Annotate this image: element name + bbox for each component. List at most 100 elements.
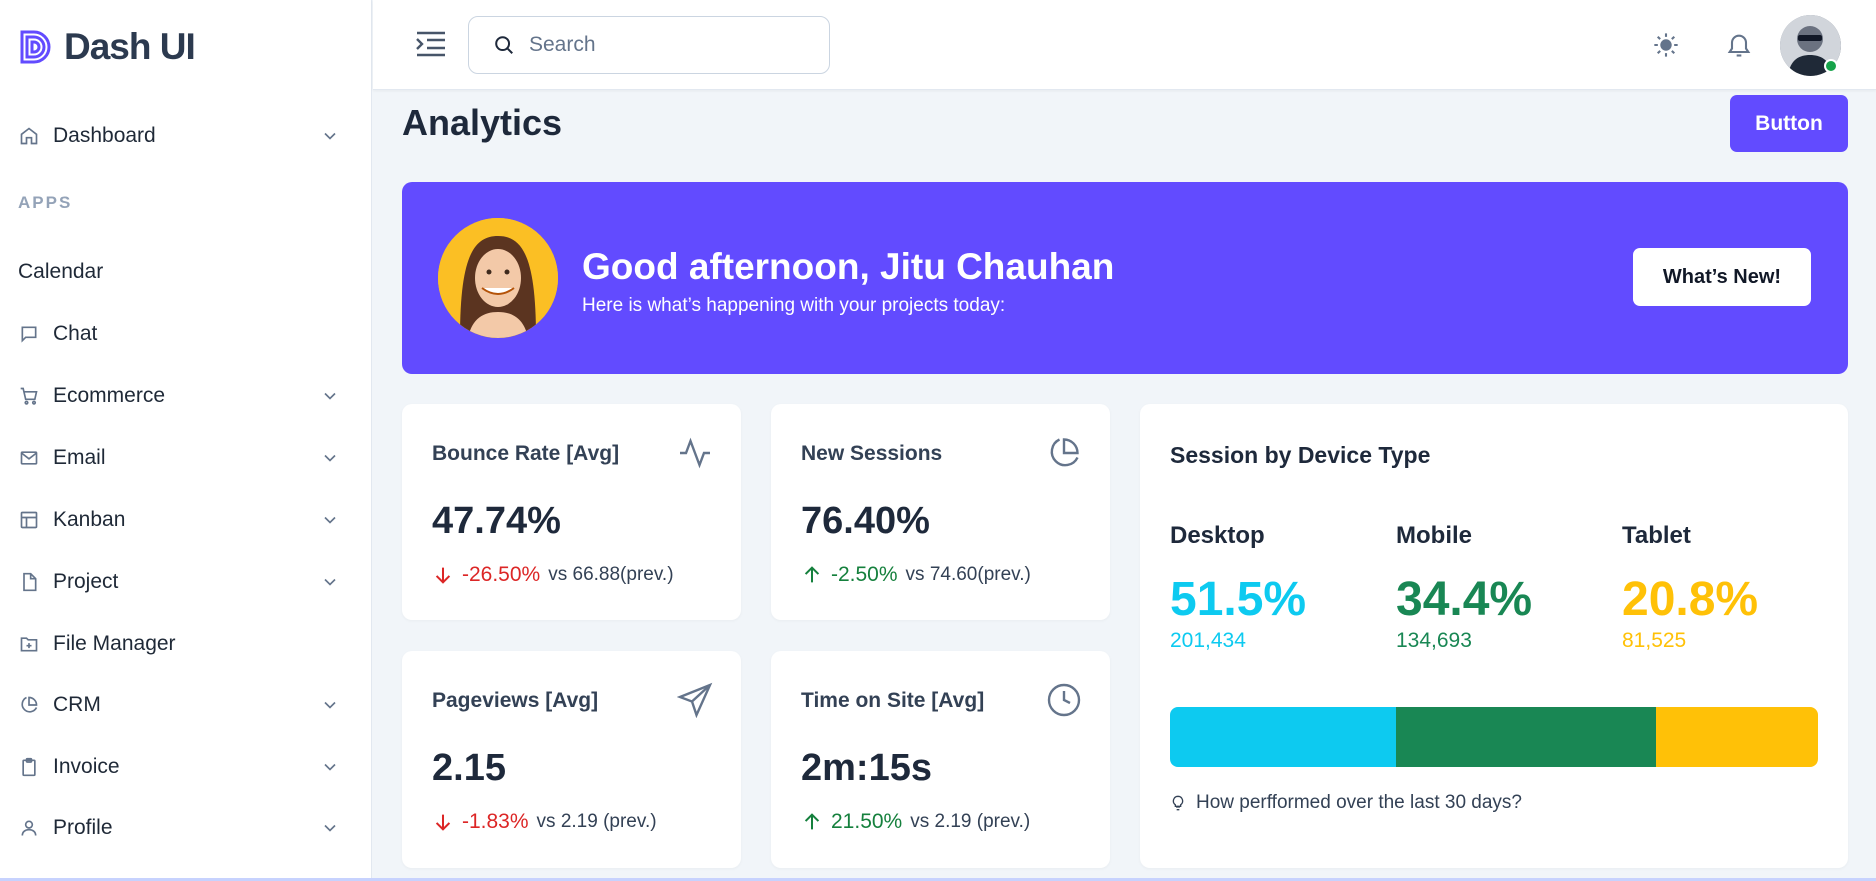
device-share-bar [1170,707,1818,767]
device-desktop: Desktop 51.5% 201,434 [1170,522,1306,653]
lightbulb-icon [1172,795,1184,811]
welcome-avatar-image [438,218,558,338]
stat-card-new-sessions: New Sessions 76.40% -2.50% vs 74.60(prev… [771,404,1110,620]
pie-chart-icon [18,694,40,716]
stat-previous: vs 74.60(prev.) [905,564,1031,585]
dash-logo-icon [20,30,51,64]
online-status-dot [1824,59,1838,73]
sidebar: Dash UI Dashboard APPS Calendar Chat Eco… [0,0,372,881]
chevron-down-icon [324,392,336,400]
page-title: Analytics [402,102,563,143]
stat-value: 47.74% [432,500,561,542]
chevron-down-icon [324,763,336,771]
sidebar-item-crm[interactable]: CRM [18,685,340,725]
message-square-icon [18,323,40,345]
chevron-down-icon [324,824,336,832]
device-share-segment-tablet [1655,707,1818,767]
sidebar-item-project[interactable]: Project [18,562,340,602]
search-input[interactable] [529,33,819,57]
stat-delta-percent: -2.50% [831,563,898,586]
device-percent: 20.8% [1622,573,1759,626]
sidebar-section-apps: APPS [18,193,73,212]
brand-name: Dash UI [64,26,196,67]
stat-label: Pageviews [Avg] [432,689,599,712]
sidebar-item-dashboard[interactable]: Dashboard [18,116,340,156]
stat-delta: -1.83% vs 2.19 (prev.) [432,810,657,834]
bell-icon[interactable] [1725,31,1753,59]
chevron-down-icon [324,578,336,586]
stat-delta-percent: -26.50% [462,563,541,586]
device-percent: 34.4% [1396,573,1533,626]
stat-delta: 21.50% vs 2.19 (prev.) [801,810,1030,834]
file-icon [18,571,40,593]
chevron-down-icon [324,454,336,462]
stat-label: Time on Site [Avg] [801,689,985,712]
sidebar-item-file-manager[interactable]: File Manager [18,624,340,664]
sidebar-item-label: Invoice [53,755,120,778]
sidebar-item-email[interactable]: Email [18,438,340,478]
device-share-segment-desktop [1170,707,1396,767]
sidebar-item-kanban[interactable]: Kanban [18,500,340,540]
sidebar-item-ecommerce[interactable]: Ecommerce [18,376,340,416]
device-share-segment-mobile [1395,707,1656,767]
sidebar-item-chat[interactable]: Chat [18,314,340,354]
search-box[interactable] [468,16,830,74]
sidebar-item-profile[interactable]: Profile [18,808,340,848]
whats-new-button[interactable]: What’s New! [1633,248,1811,306]
sidebar-item-label: File Manager [53,632,176,655]
shopping-cart-icon [18,385,40,407]
sidebar-item-label: Kanban [53,508,126,531]
chevron-down-icon [324,132,336,140]
stat-card-pageviews: Pageviews [Avg] 2.15 -1.83% vs 2.19 (pre… [402,651,741,868]
folder-plus-icon [18,633,40,655]
device-note: How perfformed over the last 30 days? [1170,792,1522,814]
stat-delta: -2.50% vs 74.60(prev.) [801,563,1031,587]
sidebar-item-label: CRM [53,693,101,716]
stat-value: 2m:15s [801,747,932,789]
stat-delta: -26.50% vs 66.88(prev.) [432,563,674,587]
sidebar-item-label: Project [53,570,119,593]
clock-icon [1047,683,1081,717]
brand-logo[interactable]: Dash UI [18,26,196,68]
primary-action-button[interactable]: Button [1730,95,1848,152]
card-title: Session by Device Type [1170,442,1431,468]
device-percent: 51.5% [1170,573,1307,626]
welcome-banner: Good afternoon, Jitu Chauhan Here is wha… [402,182,1848,374]
sidebar-item-invoice[interactable]: Invoice [18,747,340,787]
stat-previous: vs 2.19 (prev.) [910,811,1031,832]
stat-delta-percent: 21.50% [831,810,903,833]
pie-chart-icon [1050,438,1079,467]
sidebar-item-calendar[interactable]: Calendar [18,252,340,292]
device-name: Desktop [1170,522,1265,549]
stat-label: New Sessions [801,442,943,465]
sidebar-item-label: Ecommerce [53,384,166,407]
sidebar-item-label: Profile [53,816,113,839]
stat-label: Bounce Rate [Avg] [432,442,620,465]
device-count: 201,434 [1170,629,1246,652]
stat-card-bounce-rate: Bounce Rate [Avg] 47.74% -26.50% vs 66.8… [402,404,741,620]
device-name: Tablet [1622,522,1691,549]
welcome-greeting: Good afternoon, Jitu Chauhan [582,246,1115,287]
device-note-text: How perfformed over the last 30 days? [1196,792,1522,813]
clipboard-icon [18,756,40,778]
stat-value: 76.40% [801,500,930,542]
activity-icon [680,437,710,469]
top-header [373,0,1876,90]
menu-toggle-icon[interactable] [413,26,449,62]
home-icon [18,125,40,147]
sun-icon[interactable] [1652,31,1680,59]
sidebar-item-label: Chat [53,322,98,345]
sidebar-item-label: Email [53,446,106,469]
search-icon [495,36,513,54]
layout-icon [18,509,40,531]
sidebar-item-label: Calendar [18,260,104,283]
arrow-up-icon [804,566,820,583]
device-count: 134,693 [1396,629,1472,652]
device-tablet: Tablet 20.8% 81,525 [1622,522,1758,653]
arrow-down-icon [435,814,451,831]
device-mobile: Mobile 34.4% 134,693 [1396,522,1532,653]
stat-delta-percent: -1.83% [462,810,529,833]
chevron-down-icon [324,516,336,524]
session-by-device-card: Session by Device Type Desktop 51.5% 201… [1140,404,1848,868]
stat-previous: vs 2.19 (prev.) [536,811,657,832]
